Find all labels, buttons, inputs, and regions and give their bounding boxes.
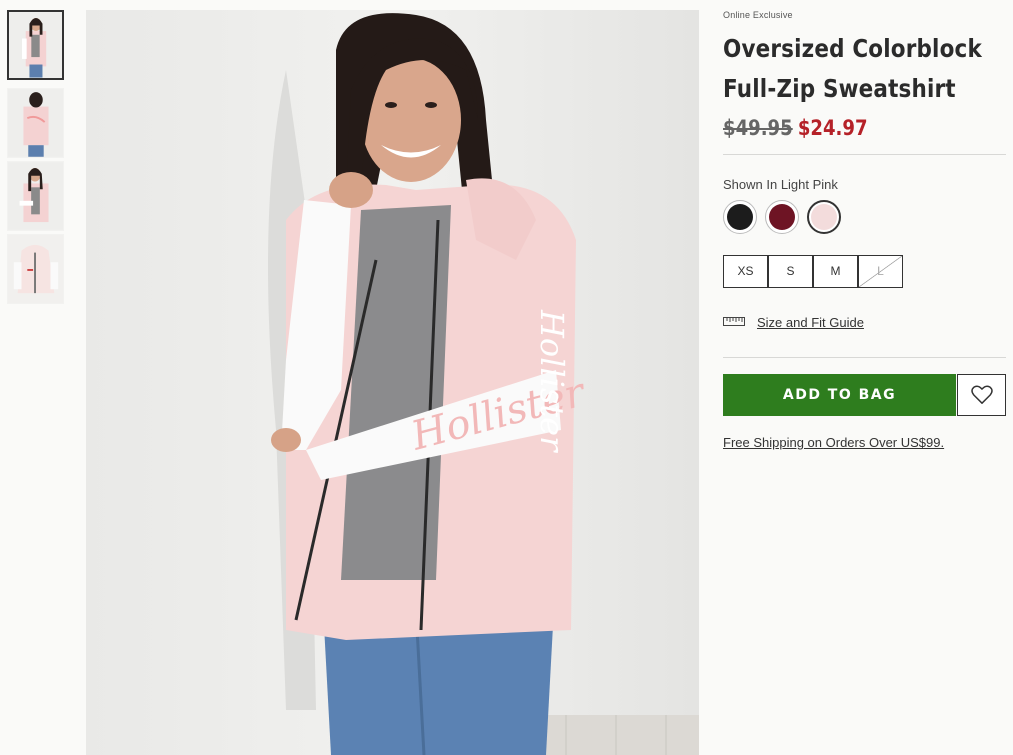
product-title-line-1: Oversized Colorblock: [723, 34, 982, 63]
divider: [723, 357, 1006, 358]
ruler-icon: [723, 317, 745, 326]
free-shipping-link[interactable]: Free Shipping on Orders Over US$99.: [723, 435, 944, 450]
thumbnail-back[interactable]: [7, 88, 64, 158]
color-swatch-light-pink-fill: [811, 204, 837, 230]
color-swatch-black-fill: [727, 204, 753, 230]
thumbnail-back-image: [8, 89, 63, 157]
size-fit-guide-link[interactable]: Size and Fit Guide: [757, 315, 864, 330]
original-price: $49.95: [723, 116, 793, 140]
size-option-m[interactable]: M: [813, 255, 858, 288]
color-swatch-black[interactable]: [723, 200, 757, 234]
size-option-l-unavailable[interactable]: L: [858, 255, 903, 288]
product-title-line-2: Full-Zip Sweatshirt: [723, 74, 956, 103]
thumbnail-side[interactable]: [7, 161, 64, 231]
heart-icon: [971, 385, 993, 404]
color-swatch-burgundy[interactable]: [765, 200, 799, 234]
divider: [723, 154, 1006, 155]
wishlist-button[interactable]: [957, 374, 1006, 416]
size-option-xs[interactable]: XS: [723, 255, 768, 288]
add-to-bag-button[interactable]: ADD TO BAG: [723, 374, 956, 416]
thumbnail-flat[interactable]: [7, 234, 64, 304]
color-swatches: [723, 200, 1006, 236]
color-swatch-light-pink[interactable]: [807, 200, 841, 234]
shown-in-color-label: Shown In Light Pink: [723, 177, 838, 192]
product-title: Oversized Colorblock Full-Zip Sweatshirt: [723, 29, 982, 109]
sale-price: $24.97: [797, 116, 868, 140]
main-product-image: Hollister Hollister: [86, 10, 699, 755]
color-swatch-burgundy-fill: [769, 204, 795, 230]
thumbnail-side-image: [8, 162, 63, 230]
thumbnail-flat-image: [8, 235, 63, 303]
svg-text:Hollister: Hollister: [533, 309, 571, 453]
model-photo: Hollister Hollister: [86, 10, 699, 755]
thumbnail-front[interactable]: [7, 10, 64, 80]
online-exclusive-badge: Online Exclusive: [723, 10, 793, 20]
size-option-s[interactable]: S: [768, 255, 813, 288]
price-row: $49.95 $24.97: [723, 116, 868, 140]
thumbnail-front-image: [9, 12, 62, 78]
